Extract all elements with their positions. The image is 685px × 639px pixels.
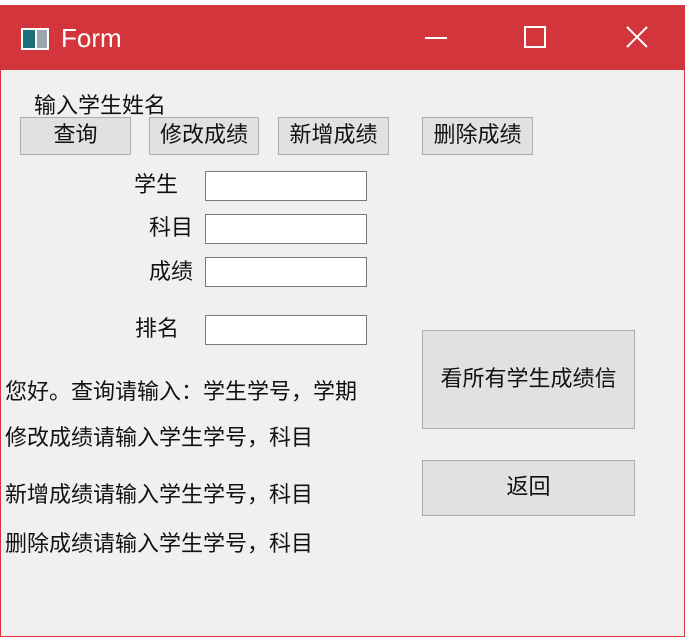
add-score-button[interactable]: 新增成绩 xyxy=(278,117,389,155)
score-input[interactable] xyxy=(205,257,367,287)
delete-score-button[interactable]: 删除成绩 xyxy=(422,117,533,155)
maximize-icon xyxy=(524,26,546,48)
rank-input[interactable] xyxy=(205,315,367,345)
query-button[interactable]: 查询 xyxy=(20,117,131,155)
close-button[interactable] xyxy=(587,5,685,70)
student-id-label: 学生 xyxy=(134,173,179,198)
instruction-modify: 修改成绩请输入学生学号，科目 xyxy=(5,426,314,451)
score-label: 成绩 xyxy=(149,260,194,285)
close-icon xyxy=(626,26,648,48)
app-icon xyxy=(21,28,49,50)
student-id-input[interactable] xyxy=(205,171,367,201)
view-all-scores-button[interactable]: 看所有学生成绩信 xyxy=(422,330,635,429)
minimize-icon xyxy=(425,37,447,39)
subject-input[interactable] xyxy=(205,214,367,244)
instruction-query: 您好。查询请输入：学生学号，学期 xyxy=(5,380,358,405)
window-title: Form xyxy=(61,23,122,53)
form-window: Form 输入学生姓名 查询 修改成绩 新增成绩 删除成绩 学生 科目 成绩 排… xyxy=(0,5,685,637)
back-button[interactable]: 返回 xyxy=(422,460,635,516)
subject-label: 科目 xyxy=(149,216,194,241)
instruction-add: 新增成绩请输入学生学号，科目 xyxy=(5,483,314,508)
minimize-button[interactable] xyxy=(386,5,486,70)
instruction-delete: 删除成绩请输入学生学号，科目 xyxy=(5,532,314,557)
modify-score-button[interactable]: 修改成绩 xyxy=(149,117,259,155)
maximize-button[interactable] xyxy=(485,5,585,70)
rank-label: 排名 xyxy=(135,317,180,342)
title-bar[interactable]: Form xyxy=(1,5,685,70)
